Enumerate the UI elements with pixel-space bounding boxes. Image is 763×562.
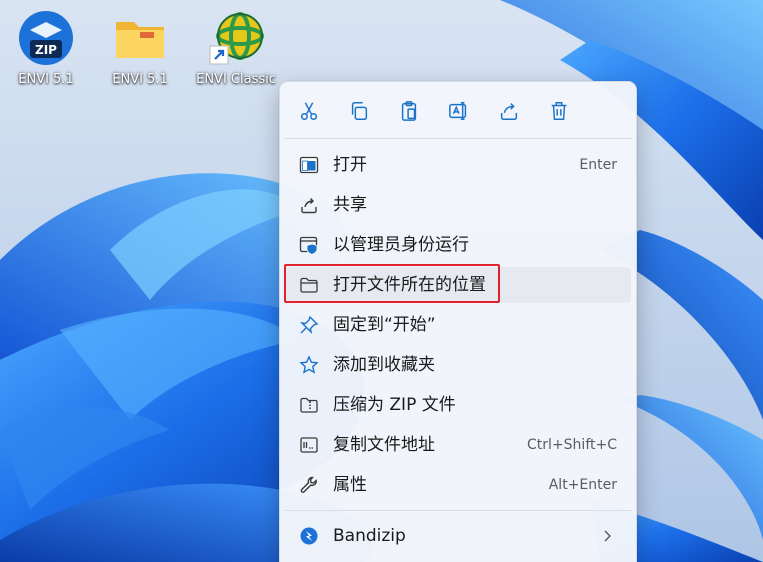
paste-button[interactable] [394, 96, 424, 126]
cut-icon [300, 102, 318, 120]
open-window-icon [299, 156, 319, 174]
menu-item-label: 属性 [333, 475, 367, 495]
desktop-icon-envi-classic[interactable]: ENVI Classic [188, 8, 284, 87]
menu-item-label: 以管理员身份运行 [333, 235, 469, 255]
desktop-icon-envi-zip[interactable]: ZIP ENVI 5.1 [0, 8, 94, 87]
copy-button[interactable] [344, 96, 374, 126]
chevron-right-icon [604, 530, 611, 542]
menu-item-label: 打开 [333, 155, 367, 175]
share-icon [500, 103, 518, 120]
menu-item-label: 添加到收藏夹 [333, 355, 435, 375]
delete-icon [551, 102, 567, 120]
zip-folder-icon [300, 397, 318, 413]
folder-icon [116, 22, 164, 58]
rename-button[interactable] [444, 96, 474, 126]
menu-item-label: 压缩为 ZIP 文件 [333, 395, 456, 415]
menu-item-label: 固定到“开始” [333, 315, 436, 335]
zip-icon: ZIP [19, 11, 73, 65]
copy-path-icon [300, 437, 318, 453]
menu-item-share[interactable]: 共享 [285, 187, 631, 223]
menu-item-shortcut: Enter [579, 157, 617, 173]
star-icon [299, 355, 319, 374]
cut-button[interactable] [294, 96, 324, 126]
paste-icon [401, 101, 417, 121]
menu-item-pin-to-start[interactable]: 固定到“开始” [285, 307, 631, 343]
menu-item-label: 共享 [333, 195, 367, 215]
menu-item-label: Bandizip [333, 526, 406, 546]
wrench-icon [300, 476, 317, 493]
menu-item-label: 复制文件地址 [333, 435, 435, 455]
menu-item-run-as-admin[interactable]: 以管理员身份运行 [285, 227, 631, 263]
context-menu: 打开 Enter 共享 以管理员身份运行 打开文件所在的位置 固定到“开始” 添… [279, 81, 637, 562]
bandizip-icon [300, 527, 318, 545]
desktop-icon-label: ENVI 5.1 [112, 72, 168, 87]
desktop-icon-label: ENVI Classic [196, 72, 276, 87]
zip-badge-text: ZIP [35, 43, 57, 57]
desktop: ZIP ENVI 5.1 ENVI 5.1 ENVI Classic 打开 En… [0, 0, 763, 562]
menu-item-shortcut: Alt+Enter [548, 477, 617, 493]
globe-shortcut-icon [209, 12, 264, 65]
highlight-annotation-box [284, 264, 500, 303]
menu-item-properties[interactable]: 属性 Alt+Enter [285, 467, 631, 503]
menu-separator [284, 138, 632, 139]
share-button[interactable] [494, 96, 524, 126]
rename-icon [449, 102, 467, 120]
menu-item-bandizip[interactable]: Bandizip [285, 518, 631, 554]
menu-item-shortcut: Ctrl+Shift+C [527, 437, 617, 453]
menu-item-add-to-favorites[interactable]: 添加到收藏夹 [285, 347, 631, 383]
desktop-icon-envi-folder[interactable]: ENVI 5.1 [92, 8, 188, 87]
copy-icon [351, 102, 368, 120]
menu-item-compress-zip[interactable]: 压缩为 ZIP 文件 [285, 387, 631, 423]
desktop-icon-label: ENVI 5.1 [18, 72, 74, 87]
share-icon [301, 198, 317, 214]
shield-admin-icon [299, 236, 318, 255]
delete-button[interactable] [544, 96, 574, 126]
pin-icon [300, 315, 319, 334]
menu-item-copy-as-path[interactable]: 复制文件地址 Ctrl+Shift+C [285, 427, 631, 463]
menu-item-open[interactable]: 打开 Enter [285, 147, 631, 183]
context-menu-toolbar [280, 82, 636, 138]
menu-separator [284, 510, 632, 511]
